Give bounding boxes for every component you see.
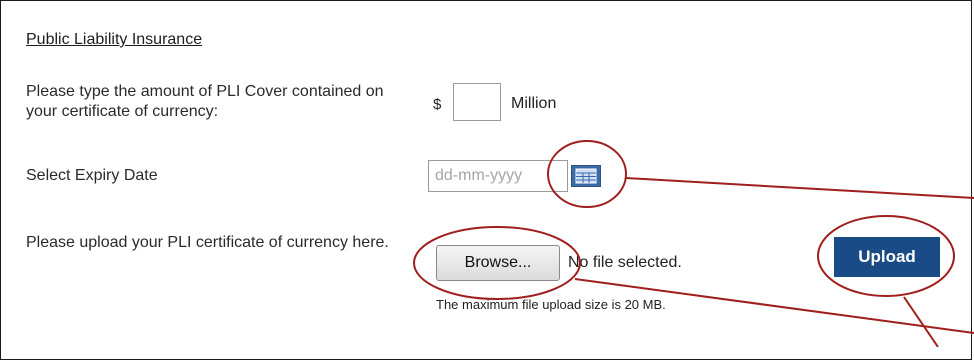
upload-button[interactable]: Upload — [834, 237, 940, 277]
browse-button[interactable]: Browse... — [436, 245, 560, 281]
section-title: Public Liability Insurance — [26, 31, 203, 48]
file-status: No file selected. — [568, 254, 682, 271]
unit-label: Million — [511, 95, 557, 112]
calendar-icon[interactable] — [571, 165, 601, 187]
pli-cover-label: Please type the amount of PLI Cover cont… — [26, 83, 384, 120]
currency-symbol: $ — [433, 96, 442, 113]
max-size-note: The maximum file upload size is 20 MB. — [436, 297, 666, 312]
expiry-date-label: Select Expiry Date — [26, 167, 158, 184]
expiry-date-input[interactable] — [428, 160, 568, 192]
upload-label: Please upload your PLI certificate of cu… — [26, 234, 389, 251]
pli-amount-input[interactable] — [453, 83, 501, 121]
